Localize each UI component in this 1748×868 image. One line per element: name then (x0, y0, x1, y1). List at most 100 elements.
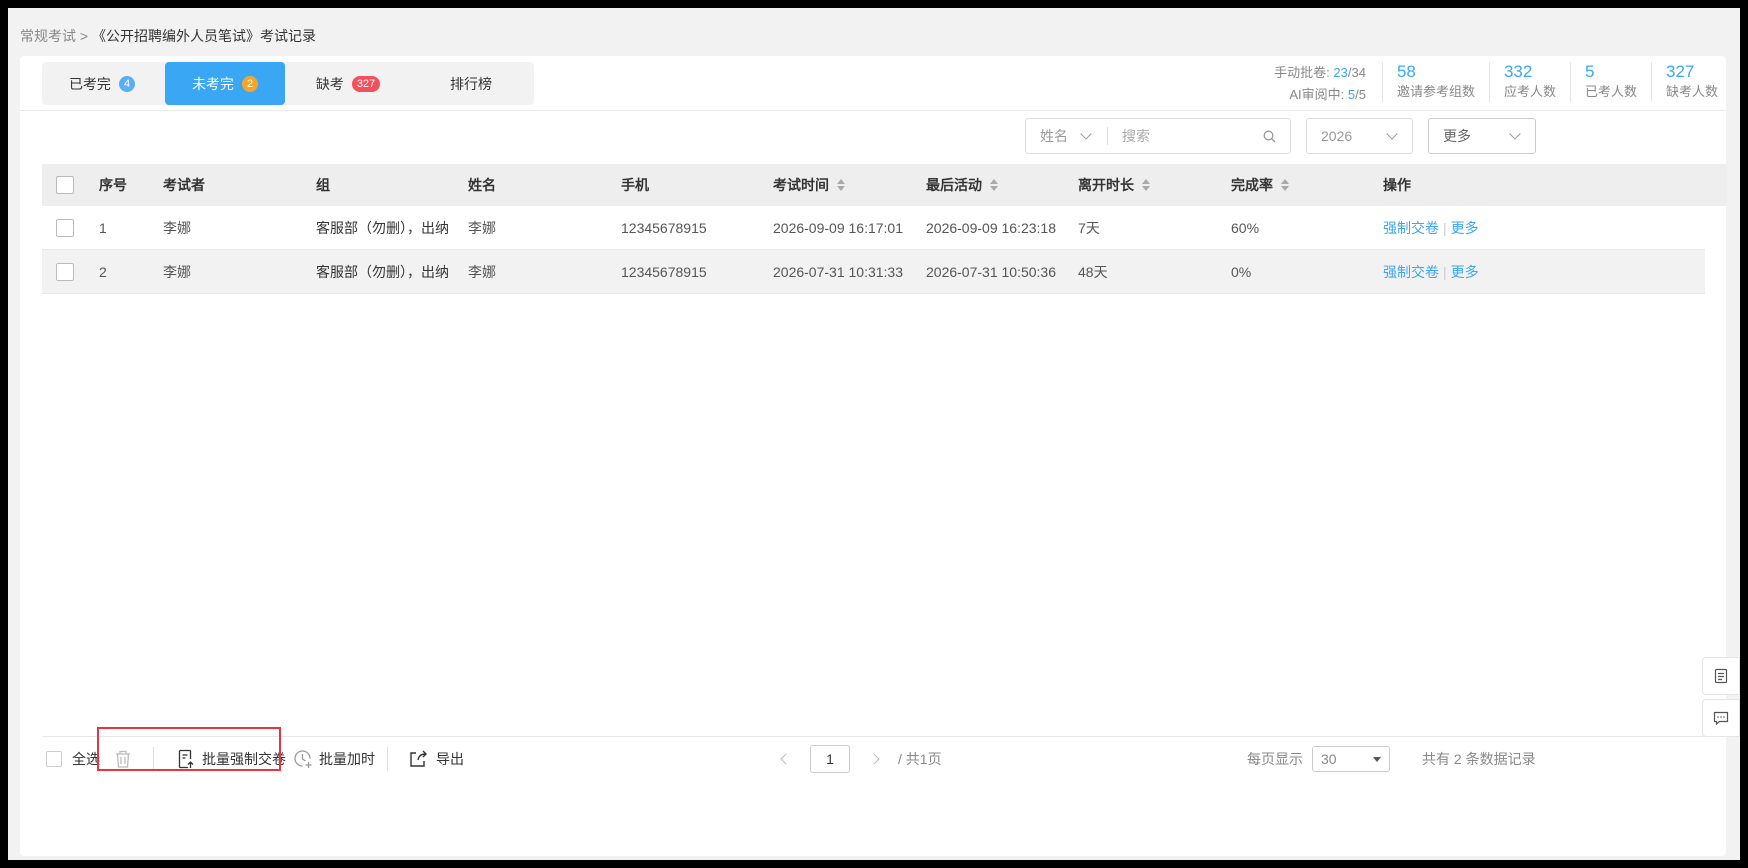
notes-button[interactable] (1702, 657, 1740, 695)
select-all-checkbox[interactable] (46, 751, 62, 767)
search-input[interactable]: 搜索 (1108, 126, 1290, 146)
cell-phone: 12345678915 (621, 219, 707, 236)
column-header: 手机 (621, 177, 649, 193)
page-total: / 共1页 (898, 751, 942, 767)
records-table: 序号 考试者 组 姓名 手机 考试时间 最后活动 离开时长 完成率 操作 1 李… (42, 164, 1727, 294)
row-checkbox[interactable] (56, 262, 74, 281)
cell-group: 客服部（勿删），出纳 (316, 219, 449, 236)
table-header: 序号 考试者 组 姓名 手机 考试时间 最后活动 离开时长 完成率 操作 (42, 164, 1727, 206)
clock-add-icon (294, 750, 312, 768)
cell-index: 2 (99, 263, 107, 280)
chevron-right-icon[interactable] (868, 753, 880, 765)
force-submit-link[interactable]: 强制交卷 (1383, 262, 1439, 282)
cell-last-activity: 2026-09-09 16:23:18 (926, 219, 1056, 236)
cell-index: 1 (99, 219, 107, 236)
more-select[interactable]: 更多 (1428, 118, 1536, 154)
pagination: 1 / 共1页 (780, 737, 942, 781)
cell-away-duration: 48天 (1078, 263, 1108, 280)
batch-add-time-button[interactable]: 批量加时 (293, 737, 375, 781)
column-label: 考试时间 (773, 177, 829, 193)
tab-unfinished[interactable]: 未考完 2 (165, 62, 285, 105)
tab-ranking[interactable]: 排行榜 (411, 62, 531, 105)
tab-label: 缺考 (315, 75, 344, 92)
column-header-sortable[interactable]: 完成率 (1231, 164, 1289, 206)
stat-absent[interactable]: 327 缺考人数 (1652, 62, 1726, 102)
sort-icon[interactable] (1281, 179, 1289, 191)
year-select[interactable]: 2026 (1306, 118, 1413, 154)
sort-icon[interactable] (990, 179, 998, 191)
table-row[interactable]: 2 李娜 客服部（勿删），出纳 李娜 12345678915 2026-07-3… (42, 250, 1705, 294)
breadcrumb: 常规考试 > 《公开招聘编外人员笔试》考试记录 (20, 26, 316, 46)
stat-expected[interactable]: 332 应考人数 (1490, 62, 1571, 102)
more-link[interactable]: 更多 (1451, 218, 1479, 238)
select-all[interactable]: 全选 (46, 737, 100, 781)
cell-actions: 强制交卷 | 更多 (1383, 262, 1479, 282)
chevron-down-icon (1386, 128, 1398, 140)
export-button[interactable]: 导出 (408, 737, 464, 781)
column-header: 姓名 (468, 177, 496, 193)
message-icon (1713, 711, 1729, 725)
tab-finished[interactable]: 已考完 4 (42, 62, 162, 105)
row-checkbox[interactable] (56, 218, 74, 237)
table-row[interactable]: 1 李娜 客服部（勿删），出纳 李娜 12345678915 2026-09-0… (42, 206, 1705, 250)
ai-review-line: AI审阅中: 5/5 (1274, 84, 1366, 106)
force-submit-link[interactable]: 强制交卷 (1383, 218, 1439, 238)
total-records: 共有 2 条数据记录 (1422, 751, 1536, 767)
stat-invited-groups[interactable]: 58 邀请参考组数 (1383, 62, 1490, 102)
grading-progress: 手动批卷: 23/34 AI审阅中: 5/5 (1274, 62, 1383, 102)
chevron-down-icon (1080, 128, 1092, 140)
header-checkbox-cell (56, 164, 74, 206)
chevron-left-icon[interactable] (780, 753, 792, 765)
cell-completion: 0% (1231, 263, 1252, 280)
stat-label: 应考人数 (1503, 84, 1556, 99)
more-select-value: 更多 (1443, 128, 1471, 144)
search-icon[interactable] (1263, 130, 1276, 143)
field-select[interactable]: 姓名 (1026, 127, 1108, 145)
chevron-down-icon (1509, 128, 1521, 140)
cell-exam-time: 2026-09-09 16:17:01 (773, 219, 903, 236)
status-tabs: 已考完 4 未考完 2 缺考 327 排行榜 (42, 62, 534, 105)
column-label: 完成率 (1231, 177, 1273, 193)
select-all-label: 全选 (72, 751, 100, 767)
cell-group: 客服部（勿删），出纳 (316, 263, 449, 280)
column-header: 组 (316, 177, 330, 193)
column-label: 最后活动 (926, 177, 982, 193)
column-header-sortable[interactable]: 考试时间 (773, 164, 845, 206)
column-header-sortable[interactable]: 离开时长 (1078, 164, 1150, 206)
cell-exam-time: 2026-07-31 10:31:33 (773, 263, 903, 280)
tab-label: 未考完 (191, 75, 234, 92)
column-header: 操作 (1383, 177, 1411, 193)
stat-label: 邀请参考组数 (1396, 84, 1475, 99)
stat-value: 327 (1666, 62, 1695, 81)
select-all-header-checkbox[interactable] (56, 176, 74, 194)
app-window: 常规考试 > 《公开招聘编外人员笔试》考试记录 已考完 4 未考完 2 缺考 3… (8, 8, 1740, 860)
column-header: 考试者 (163, 177, 205, 193)
ai-review-label: AI审阅中: (1289, 87, 1345, 102)
field-select-value: 姓名 (1040, 128, 1068, 144)
footer-toolbar: 全选 批量强制交卷 批量加时 导出 1 / 共1页 每页显示 30 共有 2 条… (42, 736, 1727, 780)
breadcrumb-parent[interactable]: 常规考试 (20, 28, 76, 44)
cell-examinee: 李娜 (163, 263, 191, 280)
more-link[interactable]: 更多 (1451, 262, 1479, 282)
document-icon (1714, 668, 1728, 684)
tab-label: 排行榜 (450, 75, 492, 92)
caret-down-icon (1373, 756, 1381, 762)
chat-button[interactable] (1702, 699, 1740, 737)
page-number-input[interactable]: 1 (810, 745, 850, 773)
stat-taken[interactable]: 5 已考人数 (1571, 62, 1652, 102)
manual-grading-total: /34 (1347, 65, 1366, 80)
per-page-select-wrap: 30 (1312, 737, 1390, 781)
stats-panel: 手动批卷: 23/34 AI审阅中: 5/5 58 邀请参考组数 332 应考人… (1274, 60, 1726, 106)
tab-badge: 327 (351, 75, 381, 92)
sort-icon[interactable] (1142, 179, 1150, 191)
tab-badge: 2 (241, 75, 259, 92)
column-label: 离开时长 (1078, 177, 1134, 193)
per-page-select[interactable]: 30 (1312, 746, 1390, 772)
column-header-sortable[interactable]: 最后活动 (926, 164, 998, 206)
column-header: 序号 (99, 177, 127, 193)
tab-absent[interactable]: 缺考 327 (288, 62, 408, 105)
highlight-box (97, 727, 281, 771)
cell-name: 李娜 (468, 263, 496, 280)
manual-grading-line: 手动批卷: 23/34 (1274, 62, 1366, 84)
sort-icon[interactable] (837, 179, 845, 191)
